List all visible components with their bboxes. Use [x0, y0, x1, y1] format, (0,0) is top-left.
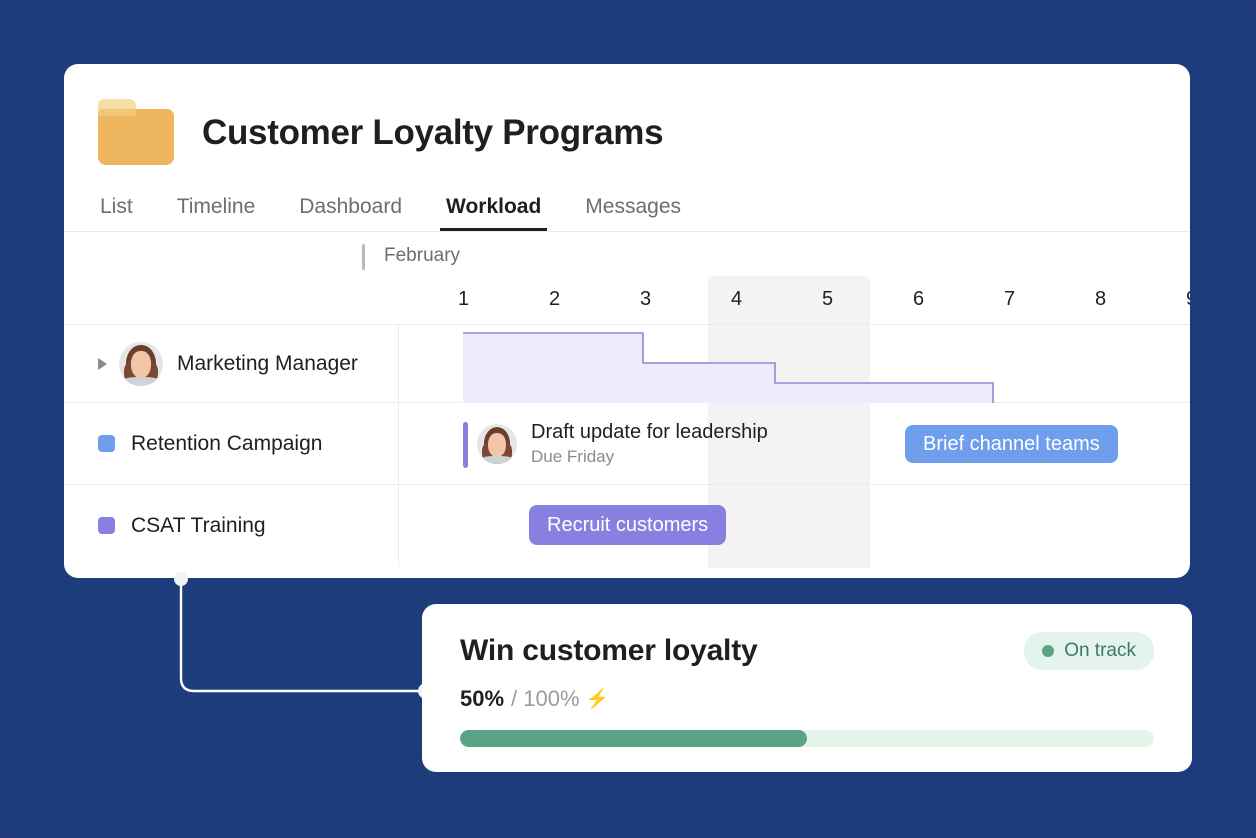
day-cell-2[interactable]: 2	[509, 284, 600, 314]
task-accent-bar	[463, 422, 468, 468]
task-due-date: Due Friday	[531, 447, 615, 466]
project-row-label-csat[interactable]: CSAT Training	[64, 485, 399, 566]
day-cell-6[interactable]: 6	[873, 284, 964, 314]
day-cell-8[interactable]: 8	[1055, 284, 1146, 314]
day-cell-9[interactable]: 9	[1146, 284, 1190, 314]
task-lane-retention: Draft update for leadership Due Friday B…	[399, 403, 1190, 484]
project-name: Retention Campaign	[131, 431, 323, 455]
workload-row-assignee: Marketing Manager	[64, 324, 1190, 403]
assignee-row-label[interactable]: Marketing Manager	[64, 325, 399, 402]
goal-current-value: 50%	[460, 686, 505, 711]
task-title: Draft update for leadership	[531, 421, 768, 443]
task-lane-csat: Recruit customers	[399, 485, 1190, 566]
workload-timeline: February 1 2 3 4 5 6 7 8 9 Marketing Man…	[64, 232, 1190, 568]
tab-dashboard[interactable]: Dashboard	[277, 195, 424, 231]
goal-progress-track	[460, 730, 1154, 747]
goal-card-header: Win customer loyalty On track	[460, 632, 1154, 670]
page-title: Customer Loyalty Programs	[202, 112, 664, 152]
month-marker-icon	[362, 244, 365, 270]
color-swatch-icon	[98, 517, 115, 534]
status-label: On track	[1064, 640, 1136, 661]
tab-timeline[interactable]: Timeline	[155, 195, 278, 231]
goal-metrics: 50% / 100% ⚡	[460, 686, 1154, 712]
day-cell-7[interactable]: 7	[964, 284, 1055, 314]
status-badge[interactable]: On track	[1024, 632, 1154, 670]
goal-progress-fill	[460, 730, 807, 747]
view-tabs: List Timeline Dashboard Workload Message…	[64, 170, 1190, 232]
tab-list[interactable]: List	[100, 195, 155, 231]
color-swatch-icon	[98, 435, 115, 452]
chevron-right-icon[interactable]	[98, 357, 107, 370]
goal-target-value: / 100%	[511, 686, 580, 711]
month-label: February	[384, 245, 461, 266]
timeline-month-row: February	[64, 232, 1190, 284]
tab-messages[interactable]: Messages	[563, 195, 703, 231]
project-name: CSAT Training	[131, 513, 266, 537]
folder-icon	[98, 99, 174, 165]
lightning-bolt-icon: ⚡	[585, 689, 610, 710]
avatar-task-assignee	[477, 424, 517, 465]
task-chip-draft-update[interactable]: Draft update for leadership Due Friday	[463, 420, 768, 468]
day-cell-5[interactable]: 5	[782, 284, 873, 314]
project-row-label-retention[interactable]: Retention Campaign	[64, 403, 399, 484]
workload-row-csat: CSAT Training Recruit customers	[64, 484, 1190, 566]
task-chip-recruit-customers[interactable]: Recruit customers	[529, 505, 727, 545]
workload-capacity-chart	[463, 332, 994, 403]
project-workload-card: Customer Loyalty Programs List Timeline …	[64, 64, 1190, 578]
task-chip-brief-channel-teams[interactable]: Brief channel teams	[905, 425, 1118, 463]
day-cell-1[interactable]: 1	[418, 284, 509, 314]
goal-summary-card[interactable]: Win customer loyalty On track 50% / 100%…	[422, 604, 1192, 772]
goal-title: Win customer loyalty	[460, 634, 758, 667]
workload-row-retention: Retention Campaign Draft update for lead…	[64, 402, 1190, 484]
project-header: Customer Loyalty Programs	[64, 64, 1190, 170]
status-dot-icon	[1042, 645, 1055, 657]
day-cell-3[interactable]: 3	[600, 284, 691, 314]
avatar-marketing-manager	[119, 341, 163, 386]
day-cell-4[interactable]: 4	[691, 284, 782, 314]
tab-workload[interactable]: Workload	[424, 195, 563, 231]
timeline-day-header: 1 2 3 4 5 6 7 8 9	[64, 284, 1190, 324]
assignee-name: Marketing Manager	[177, 351, 358, 375]
